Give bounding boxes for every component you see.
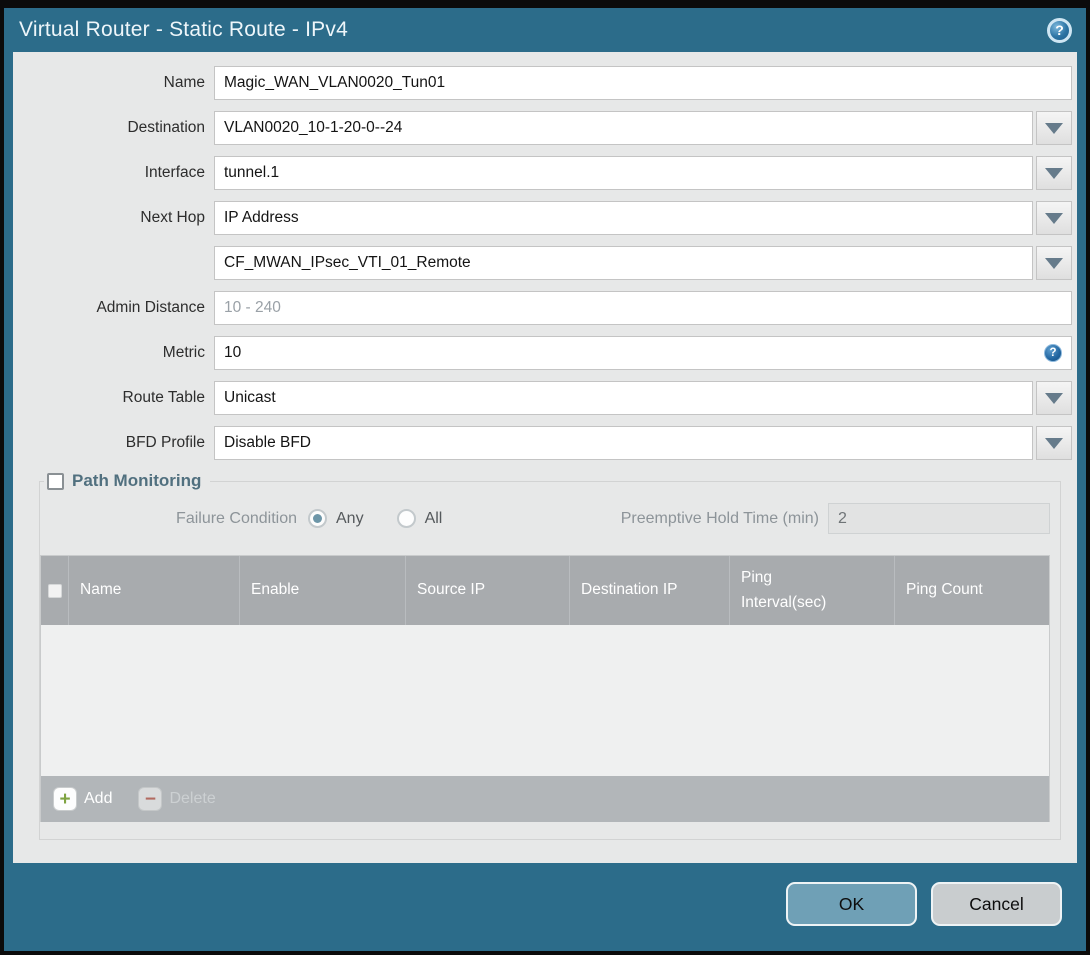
- table-header-source-ip: Source IP: [406, 556, 570, 625]
- interface-label: Interface: [144, 164, 205, 181]
- path-monitoring-legend: Path Monitoring: [44, 471, 210, 491]
- bfd-profile-label: BFD Profile: [125, 434, 205, 451]
- bfd-profile-input[interactable]: [214, 426, 1033, 460]
- next-hop-dropdown-button[interactable]: [1036, 201, 1072, 235]
- route-table-row: Route Table: [13, 381, 1072, 415]
- path-monitoring-section: Path Monitoring Failure Condition Any Al…: [39, 471, 1061, 840]
- next-hop-address-dropdown-button[interactable]: [1036, 246, 1072, 280]
- metric-row: Metric ?: [13, 336, 1072, 370]
- chevron-down-icon: [1045, 437, 1063, 449]
- title-bar: Virtual Router - Static Route - IPv4 ?: [4, 8, 1086, 52]
- path-monitoring-checkbox[interactable]: [47, 472, 64, 490]
- interface-input[interactable]: [214, 156, 1033, 190]
- destination-control: [214, 111, 1072, 145]
- destination-row: Destination: [13, 111, 1072, 145]
- select-all-checkbox[interactable]: [47, 583, 62, 598]
- table-body-empty: [41, 625, 1049, 776]
- dialog-footer: OK Cancel: [4, 863, 1086, 951]
- dialog-body: Name Destination Interface: [13, 52, 1077, 863]
- metric-help-icon[interactable]: ?: [1044, 344, 1062, 362]
- next-hop-address-row: [13, 246, 1072, 280]
- destination-dropdown-button[interactable]: [1036, 111, 1072, 145]
- metric-control: ?: [214, 336, 1072, 370]
- next-hop-address-input[interactable]: [214, 246, 1033, 280]
- interface-control: [214, 156, 1072, 190]
- name-control: [214, 66, 1072, 100]
- admin-distance-label: Admin Distance: [96, 299, 205, 316]
- static-route-dialog: Virtual Router - Static Route - IPv4 ? N…: [4, 8, 1086, 951]
- chevron-down-icon: [1045, 122, 1063, 134]
- failure-condition-label: Failure Condition: [176, 509, 297, 527]
- delete-button-label: Delete: [169, 790, 216, 807]
- admin-distance-input[interactable]: [214, 291, 1072, 325]
- failure-condition-row: Failure Condition Any All Preemptive Hol…: [40, 503, 1050, 534]
- admin-distance-row: Admin Distance: [13, 291, 1072, 325]
- minus-icon: −: [139, 788, 162, 810]
- chevron-down-icon: [1045, 212, 1063, 224]
- delete-button[interactable]: − Delete: [139, 788, 216, 810]
- failure-condition-radio-all[interactable]: [396, 509, 416, 528]
- chevron-down-icon: [1045, 257, 1063, 269]
- table-header-row: Name Enable Source IP Destination IP Pin…: [41, 556, 1049, 625]
- plus-icon: +: [54, 788, 76, 810]
- destination-input[interactable]: [214, 111, 1033, 145]
- name-row: Name: [13, 66, 1072, 100]
- add-button[interactable]: + Add: [54, 788, 112, 810]
- chevron-down-icon: [1045, 392, 1063, 404]
- table-toolbar: + Add − Delete: [41, 776, 1049, 822]
- route-table-label: Route Table: [122, 389, 205, 406]
- failure-condition-all-label: All: [424, 509, 443, 527]
- preemptive-hold-time-input[interactable]: [828, 503, 1050, 534]
- next-hop-type-input[interactable]: [214, 201, 1033, 235]
- dialog-title: Virtual Router - Static Route - IPv4: [19, 18, 348, 41]
- bfd-profile-dropdown-button[interactable]: [1036, 426, 1072, 460]
- next-hop-control: [214, 201, 1072, 235]
- failure-condition-radio-any[interactable]: [308, 509, 327, 528]
- metric-label: Metric: [162, 344, 205, 361]
- preemptive-hold-time-label: Preemptive Hold Time (min): [620, 509, 819, 527]
- next-hop-address-control: [214, 246, 1072, 280]
- table-header-destination-ip: Destination IP: [570, 556, 730, 625]
- table-header-select-all-cell: [41, 556, 69, 625]
- admin-distance-control: [214, 291, 1072, 325]
- metric-input[interactable]: [214, 336, 1072, 370]
- interface-row: Interface: [13, 156, 1072, 190]
- ok-button[interactable]: OK: [786, 882, 917, 926]
- name-input[interactable]: [214, 66, 1072, 100]
- route-table-dropdown-button[interactable]: [1036, 381, 1072, 415]
- dialog-frame: Virtual Router - Static Route - IPv4 ? N…: [0, 0, 1090, 955]
- next-hop-row: Next Hop: [13, 201, 1072, 235]
- chevron-down-icon: [1045, 167, 1063, 179]
- help-icon[interactable]: ?: [1047, 17, 1072, 43]
- interface-dropdown-button[interactable]: [1036, 156, 1072, 190]
- path-monitoring-table: Name Enable Source IP Destination IP Pin…: [40, 555, 1050, 822]
- add-button-label: Add: [84, 790, 113, 807]
- table-header-ping-count: Ping Count: [906, 581, 983, 599]
- bfd-profile-control: [214, 426, 1072, 460]
- route-table-input[interactable]: [214, 381, 1033, 415]
- failure-condition-any-label: Any: [336, 509, 364, 527]
- table-header-enable: Enable: [240, 556, 406, 625]
- cancel-button[interactable]: Cancel: [931, 882, 1062, 926]
- next-hop-label: Next Hop: [140, 209, 205, 226]
- path-monitoring-title: Path Monitoring: [72, 471, 202, 490]
- bfd-profile-row: BFD Profile: [13, 426, 1072, 460]
- table-header-ping-interval: Ping Interval(sec): [730, 556, 895, 625]
- name-label: Name: [163, 74, 205, 91]
- route-table-control: [214, 381, 1072, 415]
- destination-label: Destination: [127, 119, 205, 136]
- table-header-name: Name: [69, 556, 240, 625]
